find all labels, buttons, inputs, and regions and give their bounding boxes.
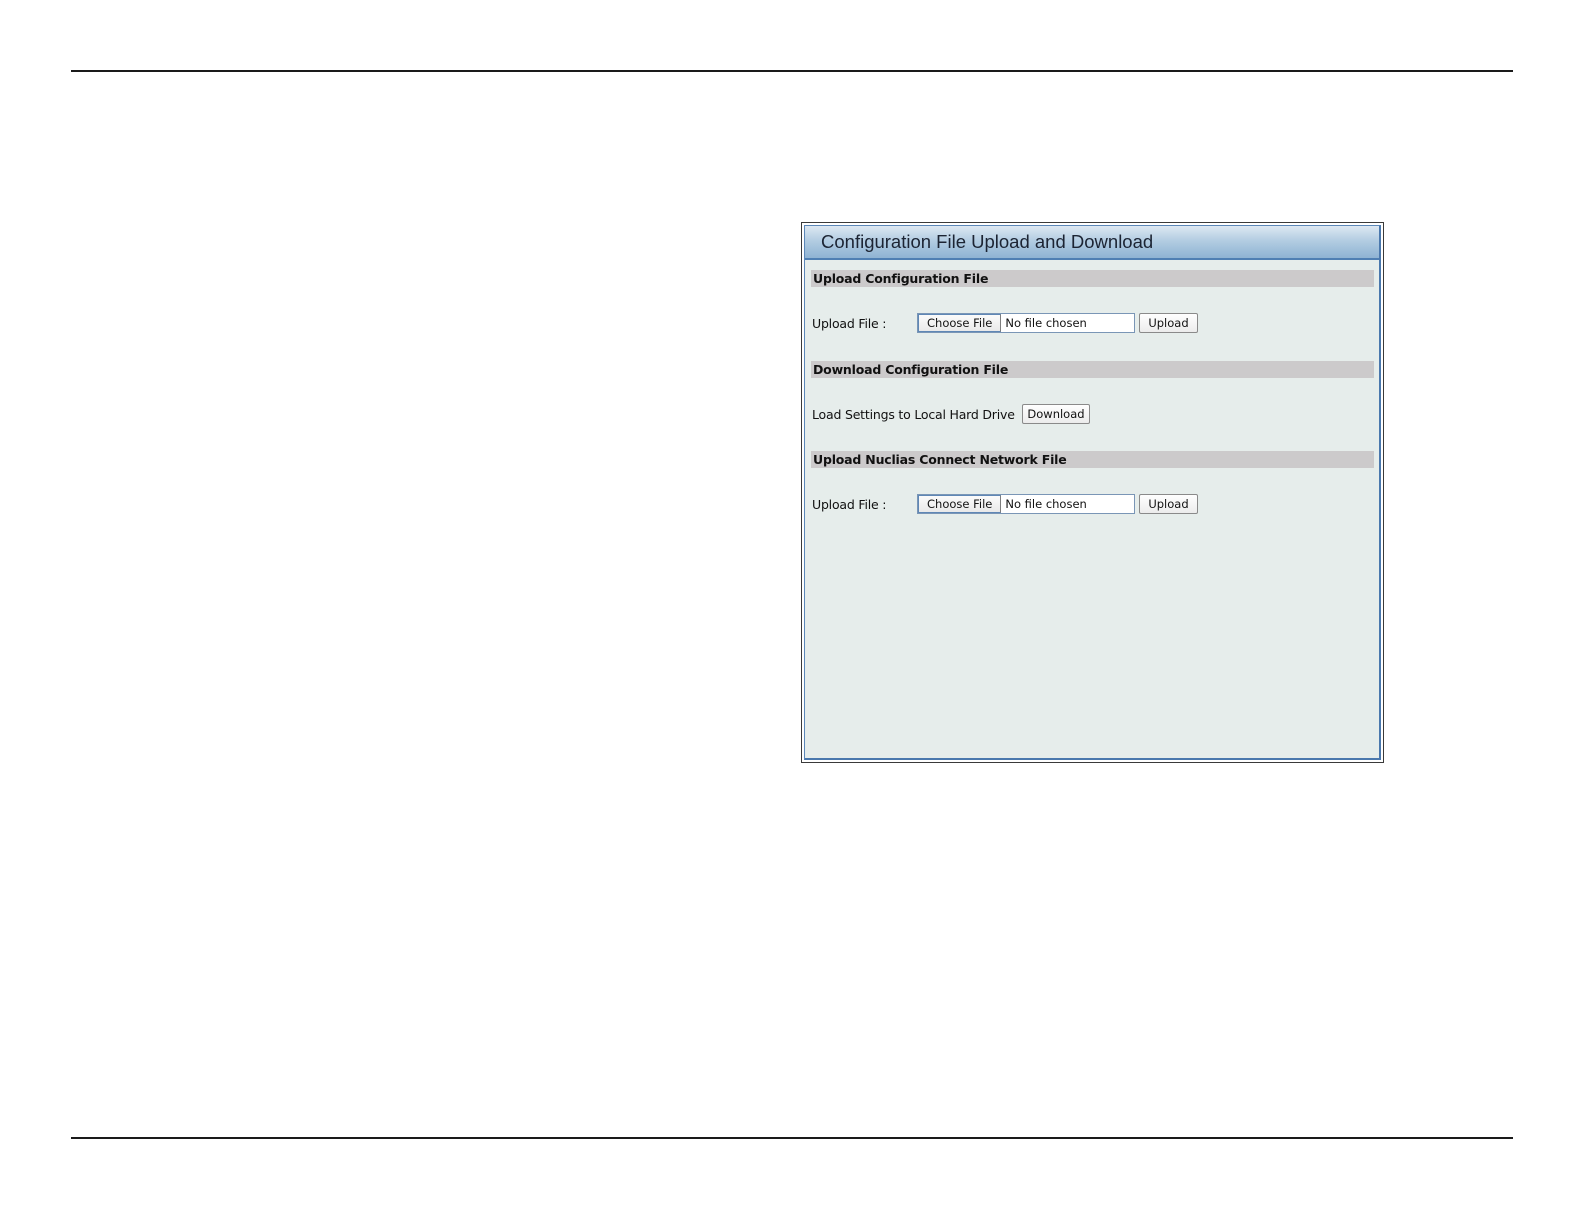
panel-title: Configuration File Upload and Download [821, 231, 1154, 252]
panel-header: Configuration File Upload and Download [805, 226, 1379, 260]
upload-nuclias-label: Upload File : [812, 497, 887, 512]
top-divider [71, 70, 1513, 72]
download-config-label: Load Settings to Local Hard Drive [812, 407, 1015, 422]
config-file-panel: Configuration File Upload and Download U… [801, 222, 1384, 763]
upload-config-choose-file-button[interactable]: Choose File [918, 314, 1002, 332]
download-config-button[interactable]: Download [1022, 404, 1090, 424]
document-page: Configuration File Upload and Download U… [0, 0, 1585, 1225]
upload-config-label: Upload File : [812, 316, 887, 331]
upload-nuclias-button[interactable]: Upload [1139, 494, 1198, 514]
upload-config-file-status: No file chosen [1005, 316, 1087, 330]
panel-body: Configuration File Upload and Download U… [804, 225, 1381, 760]
upload-nuclias-choose-file-button[interactable]: Choose File [918, 495, 1002, 513]
upload-nuclias-file-status: No file chosen [1005, 497, 1087, 511]
download-config-heading: Download Configuration File [811, 361, 1374, 378]
upload-config-heading: Upload Configuration File [811, 270, 1374, 287]
upload-config-file-input[interactable]: Choose File No file chosen [917, 313, 1135, 333]
upload-config-button[interactable]: Upload [1139, 313, 1198, 333]
upload-nuclias-heading: Upload Nuclias Connect Network File [811, 451, 1374, 468]
bottom-divider [71, 1137, 1513, 1139]
upload-nuclias-file-input[interactable]: Choose File No file chosen [917, 494, 1135, 514]
